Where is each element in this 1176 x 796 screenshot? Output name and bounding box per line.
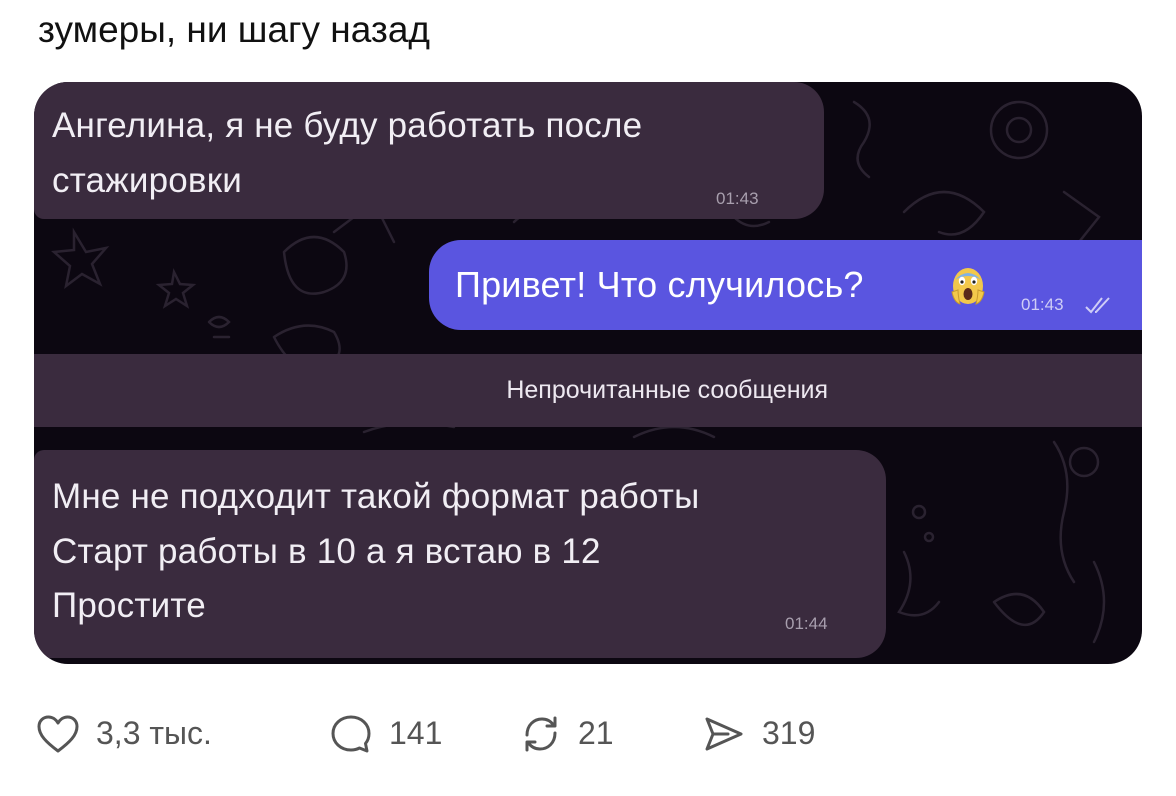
unread-messages-divider: Непрочитанные сообщения (34, 354, 1142, 427)
message-time: 01:43 (716, 189, 759, 208)
post-text: зумеры, ни шагу назад (38, 9, 431, 50)
message-text: Ангелина, я не буду работать после (52, 106, 643, 145)
message-text: Мне не подходит такой формат работы (52, 477, 700, 516)
outgoing-message-bubble: Привет! Что случилось? 01:43 (429, 240, 1142, 330)
message-text: стажировки (52, 161, 242, 200)
repost-icon (525, 716, 557, 752)
comment-icon (331, 715, 371, 753)
comment-button[interactable]: 141 (329, 708, 479, 758)
message-text: Старт работы в 10 а я встаю в 12 (52, 532, 601, 571)
heart-icon (37, 715, 79, 753)
chat-screenshot: Ангелина, я не буду работать после стажи… (34, 82, 1142, 664)
like-count: 3,3 тыс. (96, 715, 212, 751)
unread-messages-label: Непрочитанные сообщения (506, 376, 828, 404)
repost-button[interactable]: 21 (520, 708, 640, 758)
comment-count: 141 (389, 715, 443, 751)
incoming-message-bubble: Ангелина, я не буду работать после стажи… (34, 82, 824, 219)
screaming-face-emoji (951, 268, 985, 305)
post-actions-bar: 3,3 тыс. 141 21 319 (36, 708, 936, 758)
message-text: Привет! Что случилось? (455, 264, 864, 305)
repost-count: 21 (578, 715, 614, 751)
message-time: 01:44 (785, 614, 828, 633)
views-count: 319 (762, 715, 816, 751)
message-time: 01:43 (1021, 295, 1064, 314)
incoming-message-bubble: Мне не подходит такой формат работы Стар… (34, 450, 886, 658)
like-button[interactable]: 3,3 тыс. (36, 708, 276, 758)
views-counter: 319 (702, 708, 862, 758)
double-check-read-icon (1085, 297, 1110, 314)
views-icon (705, 717, 743, 751)
message-text: Простите (52, 586, 206, 625)
